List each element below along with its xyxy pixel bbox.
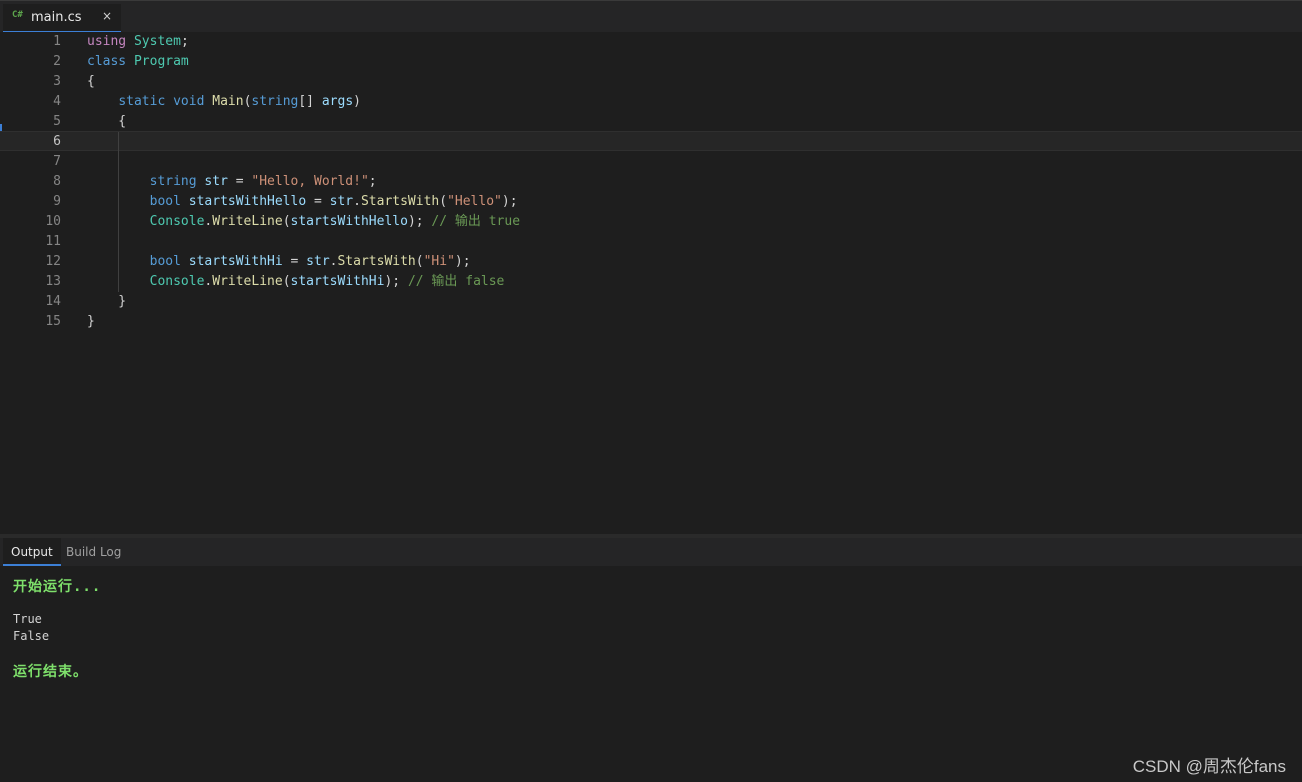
line-number: 15 [45, 314, 61, 329]
code-line[interactable]: 9 bool startsWithHello = str.StartsWith(… [0, 192, 1302, 212]
code-line[interactable]: 13 Console.WriteLine(startsWithHi); // 输… [0, 272, 1302, 292]
code-line[interactable]: 11 [0, 232, 1302, 252]
line-number: 13 [45, 274, 61, 289]
line-number: 1 [53, 34, 61, 49]
output-line: False [13, 629, 50, 643]
code-line[interactable]: 8 string str = "Hello, World!"; [0, 172, 1302, 192]
code-text[interactable]: } [87, 292, 126, 312]
code-text[interactable]: static void Main(string[] args) [87, 92, 361, 112]
code-line[interactable]: 14 } [0, 292, 1302, 312]
code-editor[interactable]: 1 using System; 2 class Program 3 { 4 st… [0, 32, 1302, 534]
close-icon[interactable]: × [102, 9, 112, 23]
line-number: 5 [53, 114, 61, 129]
code-text[interactable]: { [87, 72, 95, 92]
line-number: 11 [45, 234, 61, 249]
watermark: CSDN @周杰伦fans [1132, 757, 1286, 776]
code-line[interactable]: 1 using System; [0, 32, 1302, 52]
output-end-message: 运行结束。 [13, 664, 88, 680]
line-number: 4 [53, 94, 61, 109]
code-text[interactable]: bool startsWithHello = str.StartsWith("H… [87, 192, 518, 212]
code-line[interactable]: 3 { [0, 72, 1302, 92]
line-number: 14 [45, 294, 61, 309]
code-line[interactable]: 12 bool startsWithHi = str.StartsWith("H… [0, 252, 1302, 272]
ide-window: C# main.cs × 1 using System; 2 class Pro… [0, 0, 1302, 782]
code-line[interactable]: 2 class Program [0, 52, 1302, 72]
output-start-message: 开始运行... [13, 579, 102, 595]
tab-output[interactable]: Output [3, 538, 61, 566]
tab-build-log[interactable]: Build Log [58, 538, 129, 566]
code-line[interactable]: 4 static void Main(string[] args) [0, 92, 1302, 112]
line-number: 10 [45, 214, 61, 229]
code-line[interactable]: 10 Console.WriteLine(startsWithHello); /… [0, 212, 1302, 232]
code-line-current[interactable]: 6 [0, 131, 1302, 151]
code-text[interactable]: using System; [87, 32, 189, 52]
editor-tab-bar: C# main.cs × [0, 0, 1302, 33]
code-line[interactable]: 15 } [0, 312, 1302, 332]
code-text[interactable]: bool startsWithHi = str.StartsWith("Hi")… [87, 252, 471, 272]
code-line[interactable]: 7 [0, 152, 1302, 172]
code-text[interactable]: { [87, 112, 126, 132]
indent-guide [118, 132, 119, 292]
code-line[interactable]: 5 { [0, 112, 1302, 132]
code-text[interactable]: } [87, 312, 95, 332]
code-text[interactable]: string str = "Hello, World!"; [87, 172, 377, 192]
line-number: 9 [53, 194, 61, 209]
line-number: 2 [53, 54, 61, 69]
panel-tab-bar: Output Build Log [0, 538, 1302, 566]
code-text[interactable]: class Program [87, 52, 189, 72]
line-number: 7 [53, 154, 61, 169]
tab-main-cs[interactable]: C# main.cs × [3, 4, 121, 33]
tab-filename: main.cs [31, 10, 82, 25]
output-line: True [13, 612, 42, 626]
line-number: 3 [53, 74, 61, 89]
line-number: 6 [53, 134, 61, 149]
code-text[interactable]: Console.WriteLine(startsWithHi); // 输出 f… [87, 272, 505, 292]
line-number: 8 [53, 174, 61, 189]
code-text[interactable]: Console.WriteLine(startsWithHello); // 输… [87, 212, 520, 232]
output-console[interactable]: 开始运行... True False 运行结束。 [0, 566, 1302, 782]
line-number: 12 [45, 254, 61, 269]
csharp-file-icon: C# [12, 10, 23, 20]
